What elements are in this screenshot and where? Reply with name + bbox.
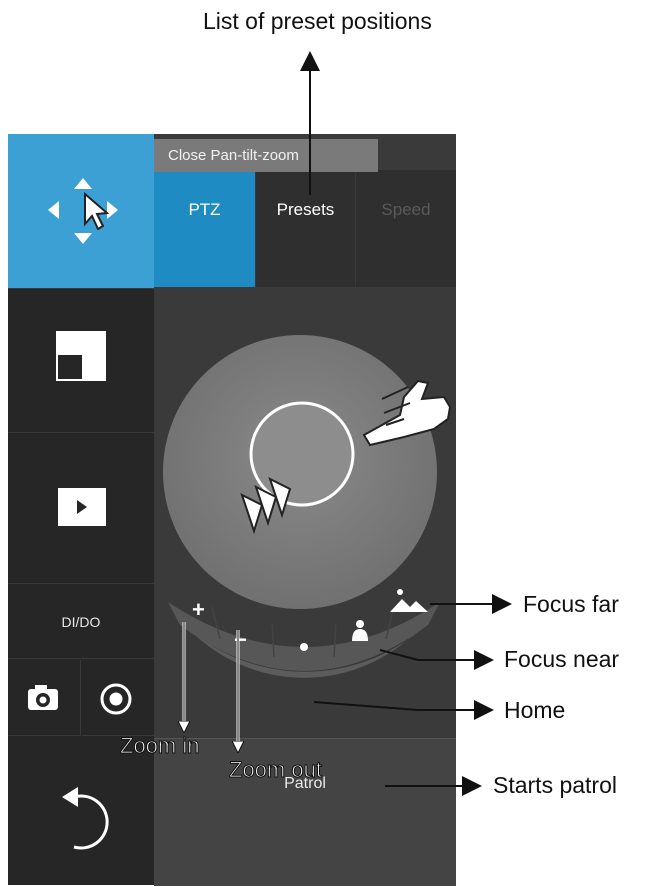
callout-zoom-in: Zoom in [119, 733, 200, 759]
callout-focus-near: Focus near [504, 646, 620, 672]
callout-zoom-out: Zoom out [229, 757, 323, 783]
callout-list-of-presets: List of preset positions [203, 8, 432, 34]
callout-arrows [0, 51, 512, 796]
callout-focus-far: Focus far [523, 591, 619, 617]
callout-home: Home [504, 697, 566, 723]
callout-starts-patrol: Starts patrol [493, 772, 617, 798]
